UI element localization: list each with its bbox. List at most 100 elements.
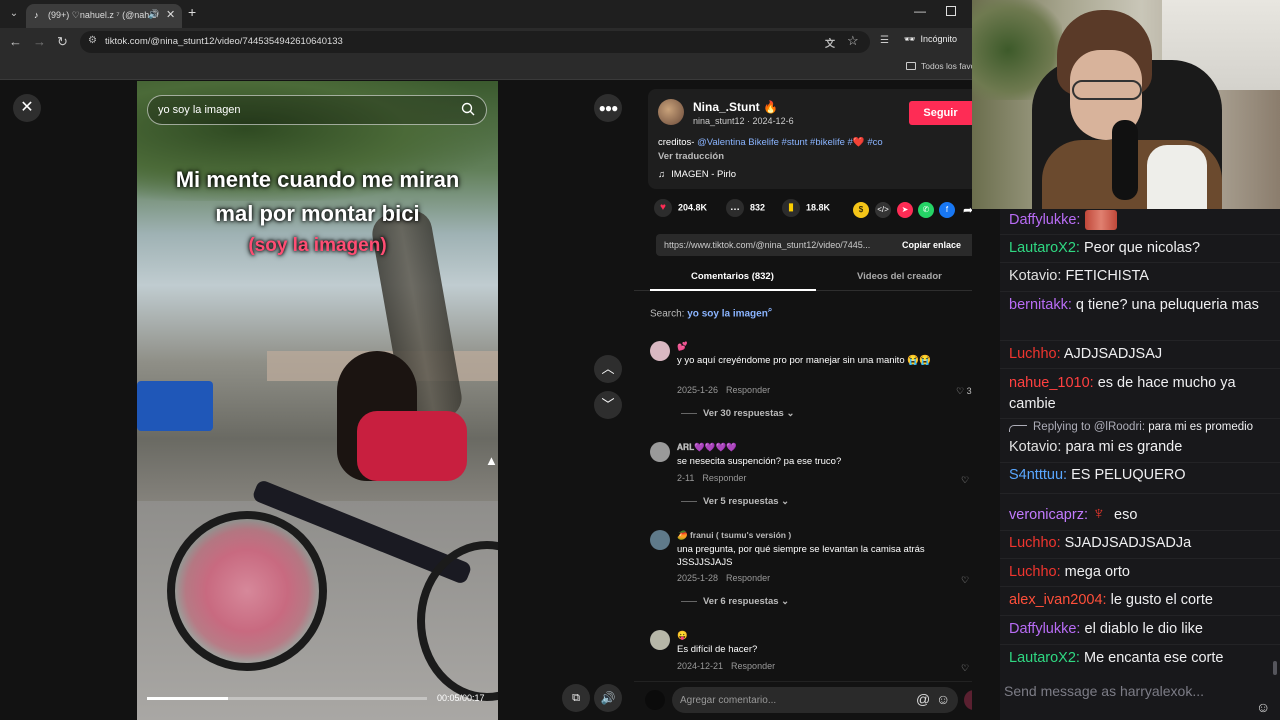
chat-username[interactable]: Luchho: [1009, 535, 1061, 551]
commenter-name[interactable]: 😛 [677, 630, 688, 641]
desc-tail[interactable]: #co [865, 137, 882, 148]
chat-username[interactable]: nahue_1010: [1009, 375, 1094, 391]
reply-button[interactable]: Responder [726, 385, 770, 395]
volume-button[interactable]: 🔊 [594, 684, 622, 712]
follow-button[interactable]: Seguir [909, 101, 972, 125]
comment-search-hint: Search: yo soy la imagen⌕ [650, 305, 772, 319]
video-caption-line3: (soy la imagen) [248, 235, 387, 256]
commenter-avatar[interactable] [650, 630, 670, 650]
chat-divider [1000, 530, 1280, 531]
commenter-name[interactable]: 💕 [677, 341, 688, 352]
music-link[interactable]: ♫ IMAGEN - Pirlo [658, 169, 736, 180]
chat-divider [1000, 340, 1280, 341]
mention-icon[interactable]: @ [916, 691, 930, 707]
share-link[interactable]: https://www.tiktok.com/@nina_stunt12/vid… [664, 240, 890, 250]
video-frame-front-wheel [167, 511, 327, 671]
webcam-shirt [1147, 145, 1207, 209]
chat-username[interactable]: alex_ivan2004: [1009, 592, 1107, 608]
view-replies-button[interactable]: Ver 6 respuestas ⌄ [681, 596, 789, 607]
video-frame-rider-shirt [357, 411, 467, 481]
comment-input[interactable]: Agregar comentario... @ ☺ [672, 687, 958, 713]
chat-text: para mi es grande [1065, 439, 1183, 455]
video-time: 00:05/00:17 [437, 693, 485, 703]
emoji-icon[interactable]: ☺ [936, 691, 950, 707]
chat-username[interactable]: Kotavio: [1009, 439, 1061, 455]
browser-tab[interactable]: ♪ (99+) ♡nahuel.z ⁷ (@nah.56 🔊 ✕ [26, 4, 182, 28]
commenter-avatar[interactable] [650, 341, 670, 361]
chat-username[interactable]: Luchho: [1009, 346, 1061, 362]
more-options-button[interactable]: ●●● [594, 94, 622, 122]
tab-search-button[interactable]: ⌄ [6, 6, 22, 22]
reload-icon[interactable]: ↻ [57, 34, 68, 50]
author-handle-date[interactable]: nina_stunt12 · 2024-12-6 [693, 116, 794, 126]
chat-username[interactable]: LautaroX2: [1009, 240, 1080, 256]
chat-username[interactable]: veronicaprz: [1009, 507, 1088, 523]
facebook-icon[interactable]: f [939, 202, 955, 218]
coin-icon[interactable]: $ [853, 202, 869, 218]
embed-icon[interactable]: </> [875, 202, 891, 218]
chat-username[interactable]: Daffylukke: [1009, 212, 1080, 228]
commenter-avatar[interactable] [650, 530, 670, 550]
search-icon[interactable] [461, 102, 475, 116]
tab-audio-icon[interactable]: 🔊 [148, 9, 159, 20]
back-arrow-icon[interactable]: ← [9, 34, 22, 49]
video-search-bar[interactable]: yo soy la imagen [147, 95, 487, 125]
tab-creator-videos[interactable]: Videos del creador [857, 271, 942, 282]
new-tab-button[interactable]: + [188, 4, 196, 20]
mini-player-button[interactable]: ⧉ [562, 684, 590, 712]
site-info-icon[interactable]: ⚙ [88, 35, 97, 46]
view-replies-button[interactable]: Ver 5 respuestas ⌄ [681, 496, 789, 507]
commenter-name[interactable]: 𝐀𝐑𝐋💜💜💜💜 [677, 442, 737, 453]
chat-username[interactable]: bernitakk: [1009, 297, 1072, 313]
commenter-avatar[interactable] [650, 442, 670, 462]
author-nickname[interactable]: Nina_.Stunt 🔥 [693, 100, 778, 114]
address-bar[interactable]: ⚙ tiktok.com/@nina_stunt12/video/7445354… [80, 31, 870, 53]
like-button[interactable]: ♥ 204.8K [654, 199, 707, 221]
close-video-button[interactable]: ✕ [13, 94, 41, 122]
save-button[interactable]: ▮ 18.8K [782, 199, 830, 221]
chat-username[interactable]: Daffylukke: [1009, 621, 1080, 637]
desc-hashtags[interactable]: @Valentina Bikelife #stunt #bikelife # [697, 137, 853, 148]
tab-close-icon[interactable]: ✕ [166, 8, 175, 21]
video-progress-bar[interactable] [147, 697, 427, 700]
forward-arrow-icon[interactable]: → [33, 34, 46, 49]
whatsapp-icon[interactable]: ✆ [918, 202, 934, 218]
folder-icon [906, 62, 916, 70]
music-title: IMAGEN - Pirlo [671, 169, 737, 180]
copy-link-button[interactable]: Copiar enlace [902, 240, 961, 250]
translate-icon[interactable]: 文 [825, 35, 835, 50]
video-player[interactable]: yo soy la imagen Mi mente cuando me mira… [137, 81, 498, 720]
comment-button[interactable]: … 832 [726, 199, 765, 221]
view-replies-button[interactable]: Ver 30 respuestas ⌄ [681, 408, 794, 419]
maximize-button[interactable] [946, 6, 956, 16]
chat-emoji-icon[interactable]: ☺ [1256, 699, 1270, 715]
search-hint-query[interactable]: yo soy la imagen [687, 308, 768, 319]
chat-username[interactable]: Kotavio: [1009, 268, 1061, 284]
author-avatar[interactable] [658, 99, 684, 125]
chat-username[interactable]: Luchho: [1009, 564, 1061, 580]
reading-list-icon[interactable]: ☰ [880, 35, 889, 46]
all-bookmarks-folder[interactable]: Todos los favo [906, 61, 975, 71]
chat-input[interactable]: Send message as harryalexok... [1000, 679, 1280, 707]
reply-button[interactable]: Responder [726, 573, 770, 583]
video-search-text[interactable]: yo soy la imagen [158, 104, 241, 116]
incognito-badge[interactable]: 🕶 Incógnito [904, 34, 957, 45]
minimize-button[interactable]: — [914, 4, 926, 18]
chat-reply-context[interactable]: Replying to @lRoodri: para mi es promedi… [1009, 421, 1271, 433]
url-text[interactable]: tiktok.com/@nina_stunt12/video/744535494… [105, 36, 343, 47]
reply-button[interactable]: Responder [702, 473, 746, 483]
previous-video-button[interactable]: ︿ [594, 355, 622, 383]
chat-scrollbar[interactable] [1273, 661, 1277, 675]
commenter-name[interactable]: 🥭 franui ( tsumu's versión ) [677, 530, 791, 541]
reply-button[interactable]: Responder [731, 661, 775, 671]
send-icon[interactable]: ➤ [897, 202, 913, 218]
see-translation-link[interactable]: Ver traducción [658, 151, 724, 162]
chat-username[interactable]: LautaroX2: [1009, 650, 1080, 666]
tab-comments[interactable]: Comentarios (832) [691, 271, 774, 282]
comments-panel: Nina_.Stunt 🔥 nina_stunt12 · 2024-12-6 S… [634, 81, 987, 720]
bookmark-star-icon[interactable]: ☆ [847, 33, 859, 49]
chat-username[interactable]: S4ntttuu: [1009, 467, 1067, 483]
bookmarks-folder-label: Todos los favo [921, 61, 976, 71]
next-video-button[interactable]: ﹀ [594, 391, 622, 419]
chat-gutter [972, 209, 1000, 720]
